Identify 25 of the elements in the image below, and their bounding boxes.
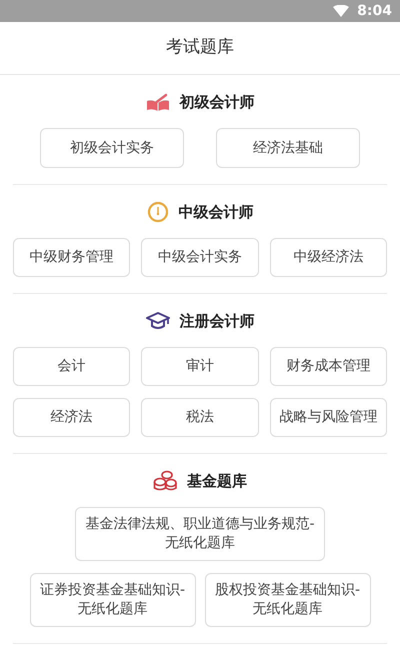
subject-button[interactable]: 中级经济法 [270, 238, 387, 277]
section-title: 基金题库 [187, 470, 247, 492]
subject-button[interactable]: 初级会计实务 [40, 128, 184, 168]
subject-button[interactable]: 中级会计实务 [141, 238, 259, 277]
coin-stack-icon [153, 470, 177, 492]
section-title: 初级会计师 [180, 92, 254, 113]
section-title: 中级会计师 [178, 202, 254, 223]
subject-button[interactable]: 财务成本管理 [270, 347, 387, 386]
page-title: 考试题库 [166, 36, 234, 60]
subject-button[interactable]: 经济法 [13, 398, 130, 437]
subject-button[interactable]: 中级财务管理 [13, 238, 130, 277]
subject-button[interactable]: 证券投资基金基础知识-无纸化题库 [30, 573, 196, 627]
section-title: 注册会计师 [180, 310, 254, 332]
subject-button[interactable]: 基金法律法规、职业道德与业务规范-无纸化题库 [75, 507, 325, 561]
subject-button[interactable]: 会计 [13, 347, 130, 386]
subject-button[interactable]: 股权投资基金基础知识-无纸化题库 [204, 573, 370, 627]
graduation-cap-icon [146, 311, 170, 331]
subject-button[interactable]: 税法 [141, 398, 259, 437]
subject-button[interactable]: 经济法基础 [216, 128, 360, 168]
clock-icon [146, 201, 168, 223]
subject-button[interactable]: 审计 [141, 347, 259, 386]
wifi-icon [333, 5, 350, 17]
clock-time: 8:04 [357, 2, 392, 20]
open-book-pencil-icon [146, 93, 170, 111]
subject-button[interactable]: 战略与风险管理 [270, 398, 387, 437]
